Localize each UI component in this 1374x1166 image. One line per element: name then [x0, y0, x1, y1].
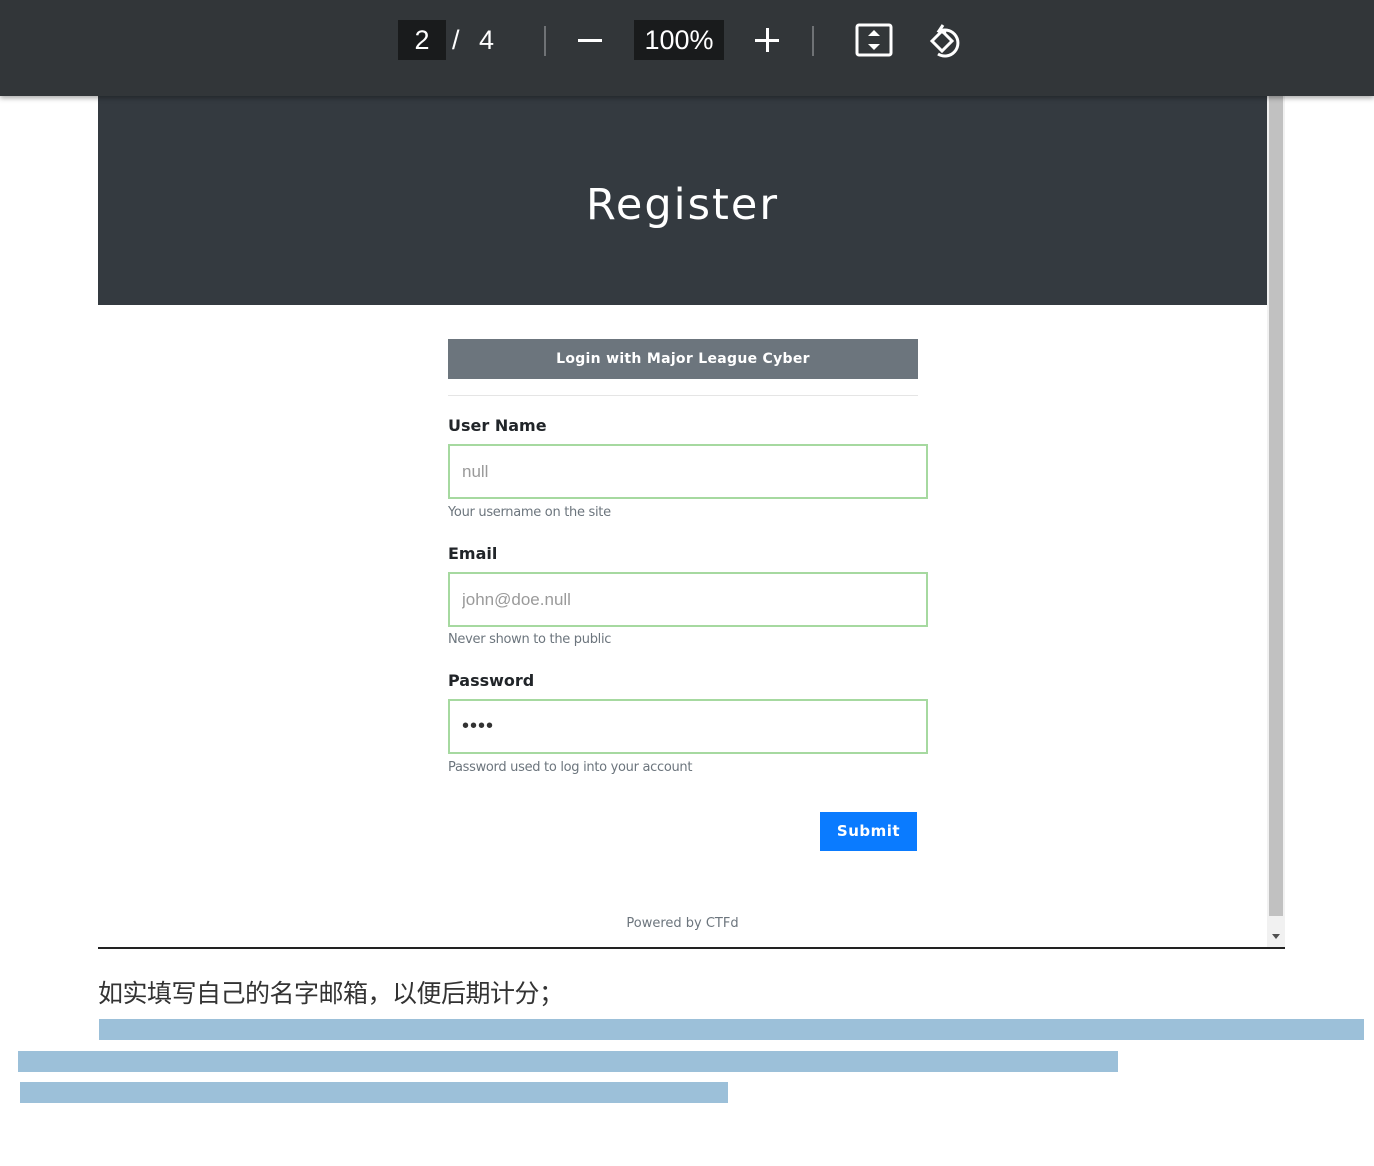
toolbar-divider: [544, 26, 546, 56]
scroll-down-icon[interactable]: [1272, 934, 1280, 939]
page-number-input[interactable]: 2: [398, 20, 446, 60]
password-label: Password: [448, 671, 535, 690]
email-input[interactable]: [448, 572, 928, 627]
email-label: Email: [448, 544, 498, 563]
embedded-screenshot: Register Login with Major League Cyber U…: [98, 96, 1285, 949]
email-help: Never shown to the public: [448, 632, 612, 647]
redaction-bar: [99, 1019, 1364, 1040]
scrollbar-thumb[interactable]: [1269, 96, 1283, 916]
article-caption: 如实填写自己的名字邮箱，以便后期计分；: [98, 979, 564, 1008]
page-header: Register: [98, 96, 1267, 305]
redaction-bar: [20, 1082, 728, 1103]
password-help: Password used to log into your account: [448, 760, 693, 775]
divider: [448, 395, 918, 396]
username-help: Your username on the site: [448, 505, 611, 520]
toolbar-divider: [812, 26, 814, 56]
fit-to-page-icon[interactable]: [855, 23, 893, 57]
page-separator: /: [452, 25, 460, 55]
username-label: User Name: [448, 416, 547, 435]
username-input[interactable]: [448, 444, 928, 499]
pdf-toolbar: 2 / 4 100%: [0, 0, 1374, 96]
powered-by-footer: Powered by CTFd: [626, 916, 739, 931]
zoom-in-icon[interactable]: [750, 20, 784, 60]
login-mlc-button[interactable]: Login with Major League Cyber: [448, 339, 918, 379]
scrollbar[interactable]: [1267, 96, 1285, 947]
password-input[interactable]: [448, 699, 928, 754]
redaction-bar: [18, 1051, 1118, 1072]
page-title: Register: [585, 180, 780, 230]
page-total: 4: [479, 25, 495, 55]
zoom-level[interactable]: 100%: [634, 20, 724, 60]
zoom-out-icon[interactable]: [573, 20, 607, 60]
submit-button[interactable]: Submit: [820, 812, 917, 851]
rotate-icon[interactable]: [926, 22, 964, 60]
